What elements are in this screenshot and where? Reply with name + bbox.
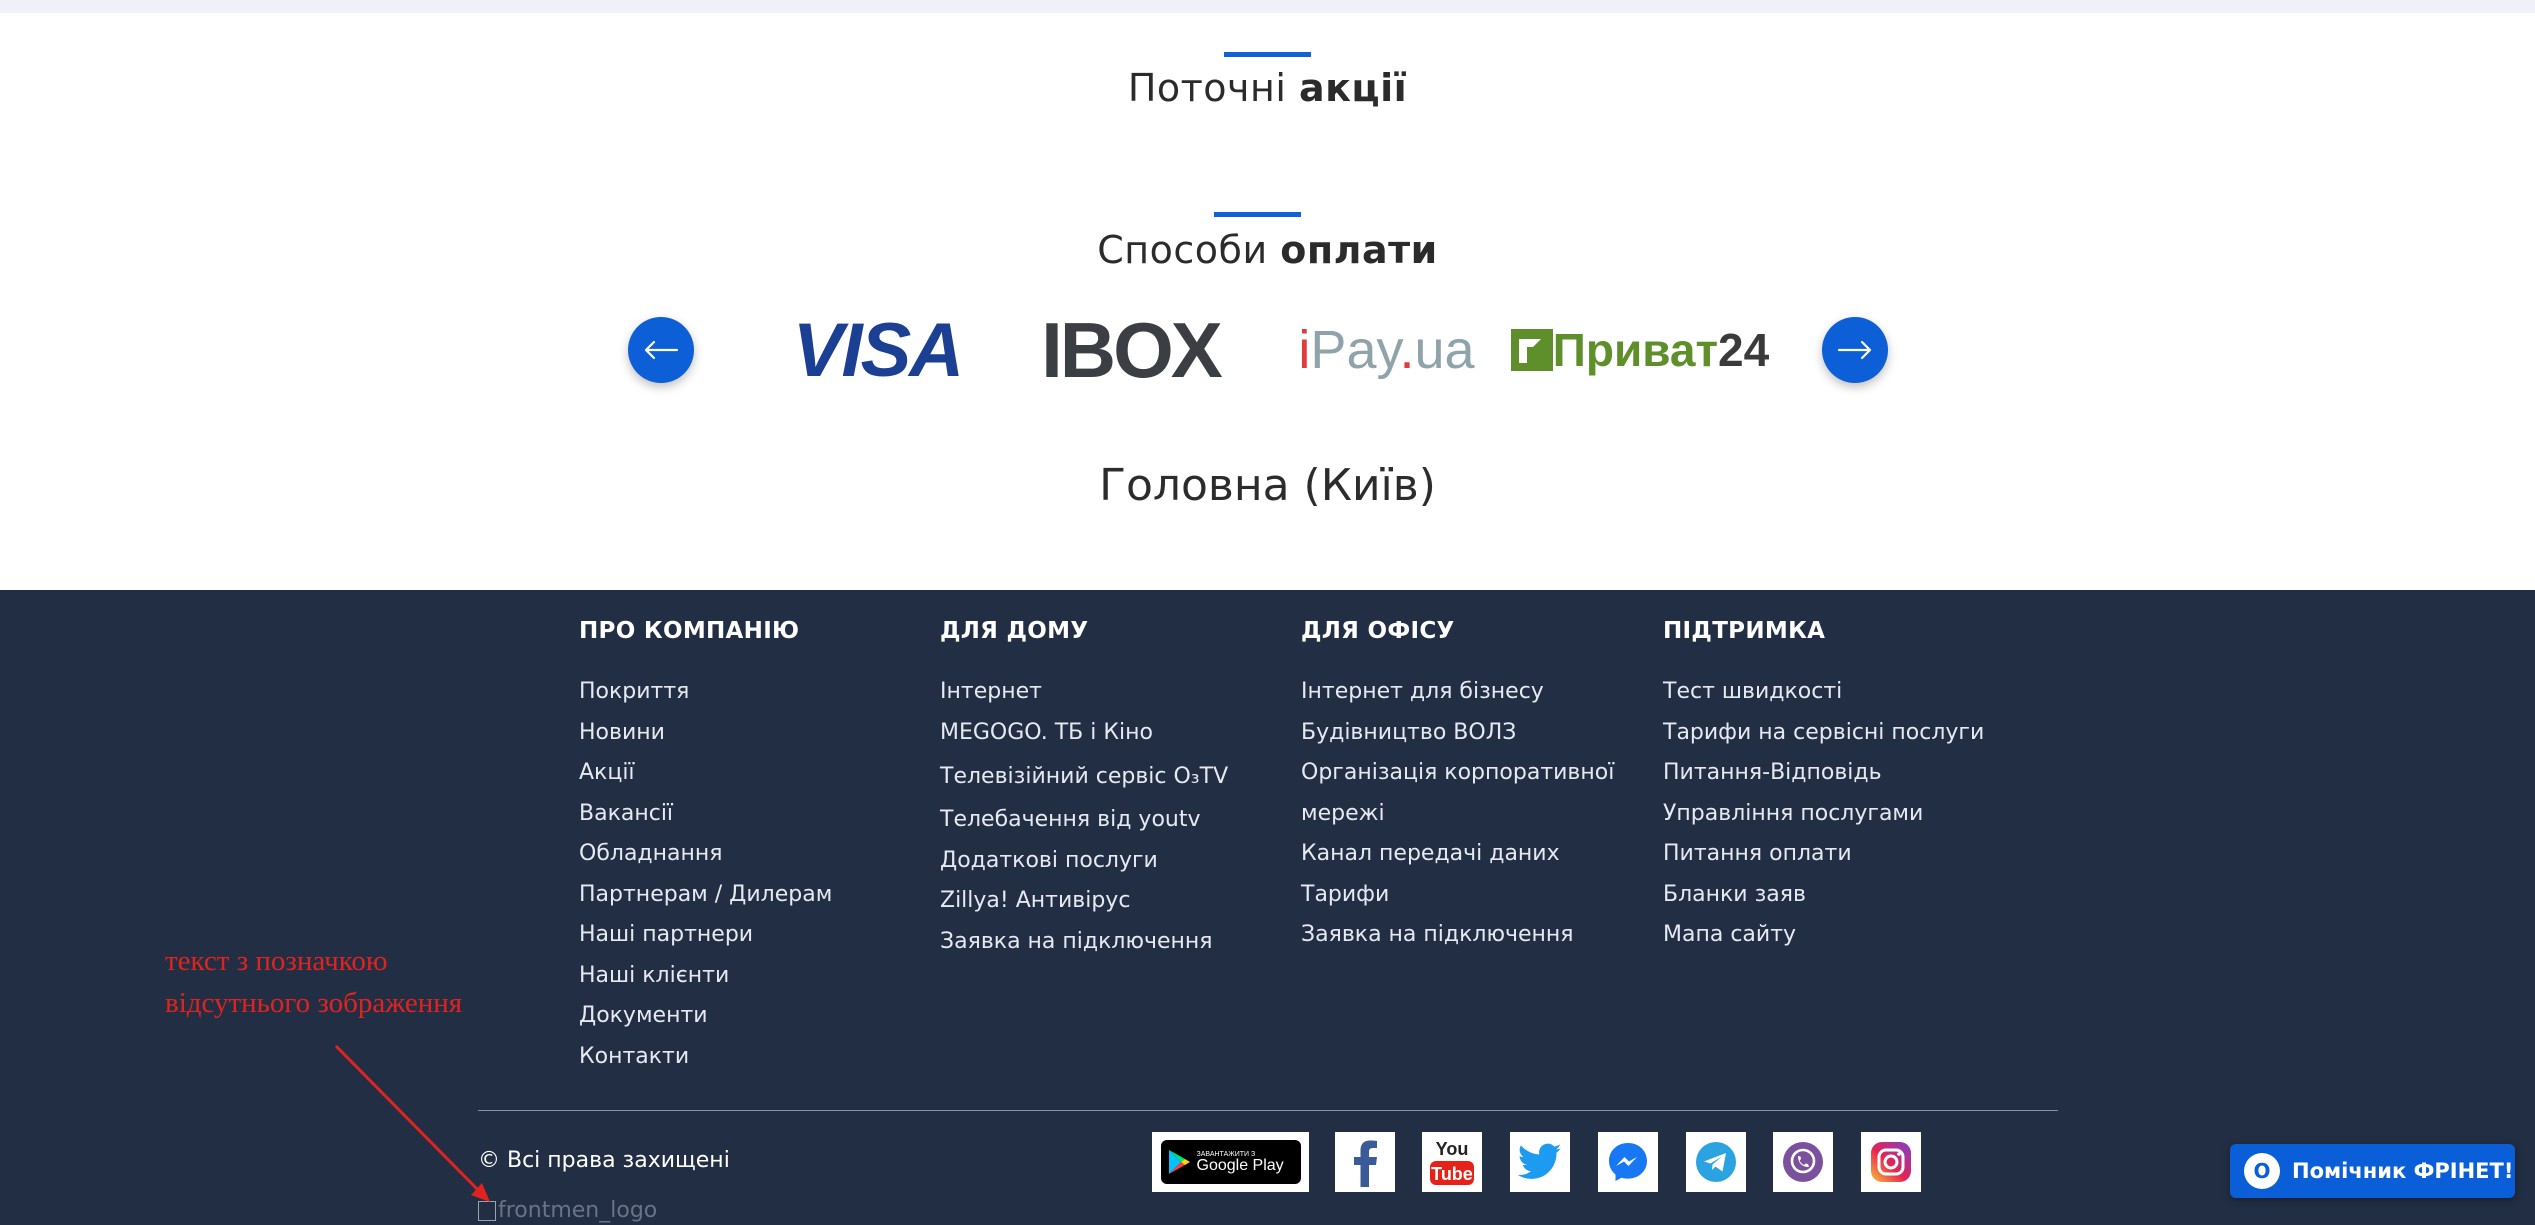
footer-link[interactable]: Телевізійний сервіс O₃TV	[940, 753, 1228, 800]
visa-logo: VISA	[785, 305, 970, 395]
footer-link[interactable]: Тест швидкості	[1663, 672, 1984, 713]
footer-link[interactable]: Наші клієнти	[579, 956, 832, 997]
twitter-link[interactable]	[1510, 1132, 1570, 1192]
google-play-badge[interactable]: ЗАВАНТАЖИТИ З Google Play	[1152, 1132, 1309, 1192]
ipay-logo-pay: Pay	[1310, 320, 1400, 380]
footer-link[interactable]: Документи	[579, 996, 832, 1037]
footer-link[interactable]: Питання-Відповідь	[1663, 753, 1984, 794]
privat24-logo-text: Приват 24	[1510, 323, 1770, 377]
twitter-icon	[1518, 1143, 1562, 1179]
footer-column-heading: ПІДТРИМКА	[1663, 618, 1826, 644]
footer-link[interactable]: Інтернет	[940, 672, 1228, 713]
helper-widget-button[interactable]: O Помічник ФРІНЕТ!	[2230, 1144, 2515, 1198]
arrow-left-icon	[644, 340, 679, 360]
footer-link[interactable]: Новини	[579, 713, 832, 754]
top-band	[0, 0, 2535, 13]
ibox-logo-text: IBOX	[1041, 305, 1223, 394]
payments-title: Способи оплати	[0, 228, 2535, 272]
payments-accent-bar	[1214, 212, 1301, 217]
footer-column-heading: ДЛЯ ДОМУ	[940, 618, 1089, 644]
ibox-logo: IBOX	[1038, 305, 1223, 395]
footer-link[interactable]: Мапа сайту	[1663, 915, 1984, 956]
promotions-accent-bar	[1224, 52, 1311, 57]
ipay-logo: iPay.ua	[1294, 305, 1479, 395]
annotation-line-1: текст з позначкою	[165, 945, 388, 977]
footer-link[interactable]: Бланки заяв	[1663, 875, 1984, 916]
footer-link[interactable]: Контакти	[579, 1037, 832, 1078]
footer-column-heading: ДЛЯ ОФІСУ	[1301, 618, 1455, 644]
footer-link[interactable]: Управління послугами	[1663, 794, 1984, 835]
copyright-text: © Всі права захищені	[478, 1148, 730, 1173]
privat-num: 24	[1718, 324, 1770, 376]
svg-text:You: You	[1436, 1139, 1469, 1159]
footer-link[interactable]: мережі	[1301, 794, 1614, 835]
payments-title-regular: Способи	[1097, 228, 1268, 272]
footer-link[interactable]: Інтернет для бізнесу	[1301, 672, 1614, 713]
footer-link[interactable]: Обладнання	[579, 834, 832, 875]
ipay-logo-tld: ua	[1414, 320, 1475, 380]
ipay-logo-text: iPay.ua	[1298, 319, 1474, 381]
promotions-title-regular: Поточні	[1127, 66, 1287, 110]
ipay-logo-dot: .	[1399, 320, 1415, 380]
google-play-text: ЗАВАНТАЖИТИ З Google Play	[1197, 1151, 1284, 1174]
footer-link[interactable]: Акції	[579, 753, 832, 794]
footer-column-company: ПРО КОМПАНІЮ Покриття Новини Акції Вакан…	[579, 618, 832, 1077]
footer-link[interactable]: Заявка на підключення	[1301, 915, 1614, 956]
privat-word: Приват	[1552, 324, 1719, 376]
youtube-icon: You Tube	[1430, 1139, 1474, 1185]
footer-column-home: ДЛЯ ДОМУ Інтернет MEGOGO. ТБ і Кіно Теле…	[940, 618, 1228, 962]
footer-link[interactable]: MEGOGO. ТБ і Кіно	[940, 713, 1228, 754]
google-play-big-text: Google Play	[1196, 1156, 1284, 1174]
footer-link[interactable]: Покриття	[579, 672, 832, 713]
carousel-prev-button[interactable]	[628, 317, 694, 383]
o3-logo-icon: O	[2244, 1153, 2280, 1189]
visa-logo-text: VISA	[792, 307, 964, 393]
arrow-right-icon	[1837, 340, 1872, 360]
footer-link[interactable]: Вакансії	[579, 794, 832, 835]
footer-column-heading: ПРО КОМПАНІЮ	[579, 618, 800, 644]
footer-link[interactable]: Zillya! Антивірус	[940, 881, 1228, 922]
footer-column-support: ПІДТРИМКА Тест швидкості Тарифи на серві…	[1663, 618, 1984, 956]
youtube-link[interactable]: You Tube	[1422, 1132, 1482, 1192]
privat24-logo: Приват 24	[1510, 305, 1769, 395]
helper-widget-label: Помічник ФРІНЕТ!	[2292, 1159, 2514, 1183]
annotation-text: текст з позначкою відсутнього зображення	[165, 940, 462, 1024]
promotions-title-bold: акції	[1299, 66, 1408, 110]
broken-logo-alt-text: frontmen_logo	[498, 1198, 658, 1223]
footer-link[interactable]: Наші партнери	[579, 915, 832, 956]
footer-link[interactable]: Партнерам / Дилерам	[579, 875, 832, 916]
annotation-line-2: відсутнього зображення	[165, 987, 463, 1019]
footer-link[interactable]: Телебачення від youtv	[940, 800, 1228, 841]
facebook-icon	[1354, 1140, 1377, 1187]
telegram-icon	[1696, 1142, 1736, 1182]
footer-divider	[478, 1110, 2058, 1111]
annotation-arrow-icon	[334, 1044, 490, 1202]
privat-mark-icon	[1510, 329, 1553, 371]
instagram-link[interactable]	[1861, 1132, 1921, 1192]
footer-column-office: ДЛЯ ОФІСУ Інтернет для бізнесу Будівницт…	[1301, 618, 1614, 956]
footer-link[interactable]: Додаткові послуги	[940, 841, 1228, 882]
google-play-badge-inner: ЗАВАНТАЖИТИ З Google Play	[1160, 1140, 1301, 1184]
payments-title-bold: оплати	[1280, 228, 1438, 272]
messenger-link[interactable]	[1598, 1132, 1658, 1192]
messenger-icon	[1609, 1143, 1647, 1181]
telegram-link[interactable]	[1686, 1132, 1746, 1192]
facebook-link[interactable]	[1335, 1132, 1395, 1192]
footer-link[interactable]: Питання оплати	[1663, 834, 1984, 875]
instagram-icon	[1871, 1142, 1911, 1182]
footer-link[interactable]: Заявка на підключення	[940, 922, 1228, 963]
svg-text:Tube: Tube	[1431, 1164, 1473, 1184]
footer-link[interactable]: Будівництво ВОЛЗ	[1301, 713, 1614, 754]
carousel-next-button[interactable]	[1822, 317, 1888, 383]
footer-link[interactable]: Тарифи	[1301, 875, 1614, 916]
promotions-title: Поточні акції	[0, 66, 2535, 110]
city-heading: Головна (Київ)	[1099, 460, 1436, 511]
viber-link[interactable]	[1773, 1132, 1833, 1192]
footer-link[interactable]: Канал передачі даних	[1301, 834, 1614, 875]
footer-link[interactable]: Організація корпоративної	[1301, 753, 1614, 794]
footer-link[interactable]: Тарифи на сервісні послуги	[1663, 713, 1984, 754]
google-play-icon	[1168, 1150, 1190, 1174]
viber-icon	[1783, 1142, 1823, 1182]
ipay-logo-i: i	[1298, 320, 1311, 380]
